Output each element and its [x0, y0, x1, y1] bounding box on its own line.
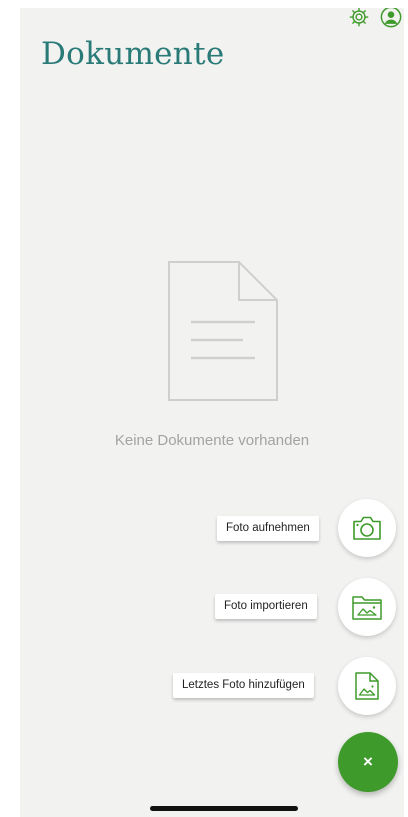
profile-icon[interactable]	[380, 8, 402, 28]
folder-image-icon	[352, 596, 382, 620]
page-title: Dokumente	[41, 36, 225, 72]
import-photo-button[interactable]	[338, 578, 396, 636]
home-indicator[interactable]	[150, 806, 298, 811]
close-icon: ×	[363, 752, 373, 771]
take-photo-button[interactable]	[338, 499, 396, 557]
gear-icon[interactable]	[348, 8, 370, 28]
document-icon	[168, 261, 278, 401]
document-image-icon	[355, 672, 379, 700]
camera-icon	[353, 516, 381, 540]
take-photo-label[interactable]: Foto aufnehmen	[217, 516, 319, 541]
import-photo-label[interactable]: Foto importieren	[215, 594, 317, 619]
add-last-photo-button[interactable]	[338, 657, 396, 715]
app-screen: Dokumente Keine Dokumente vorhanden Foto…	[20, 8, 404, 817]
add-last-photo-label[interactable]: Letztes Foto hinzufügen	[173, 673, 314, 698]
close-actions-button[interactable]: ×	[338, 732, 398, 792]
header-actions	[348, 8, 402, 28]
empty-state-message: Keine Dokumente vorhanden	[114, 432, 310, 449]
